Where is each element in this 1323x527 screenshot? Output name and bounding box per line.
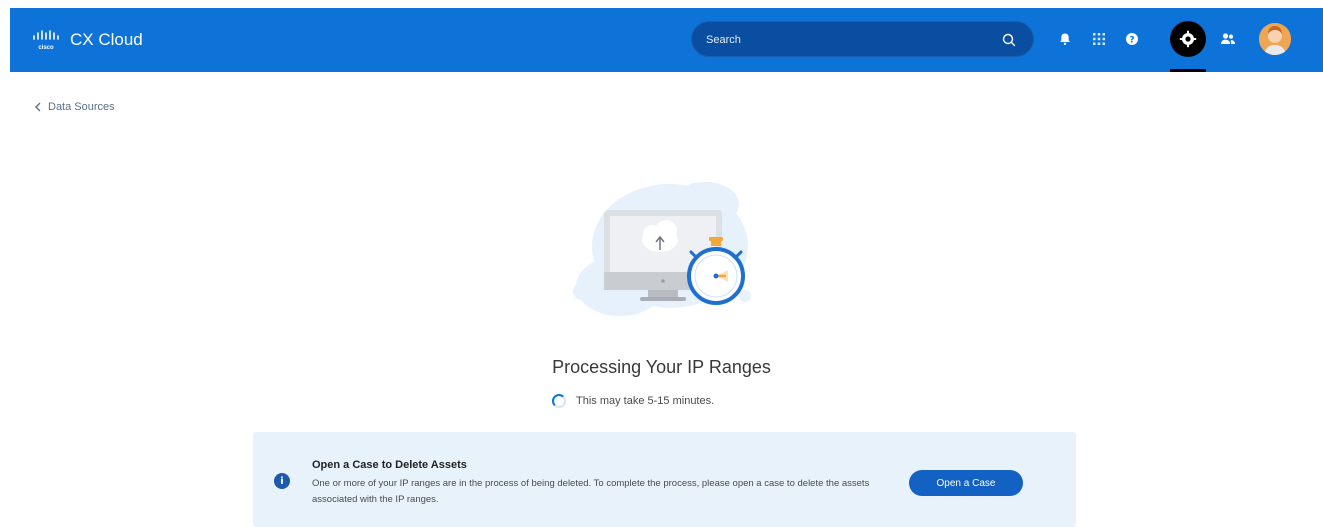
- user-avatar[interactable]: [1259, 23, 1291, 55]
- processing-status: This may take 5-15 minutes.: [552, 394, 714, 408]
- back-to-data-sources-link[interactable]: Data Sources: [34, 101, 115, 113]
- loading-spinner-icon: [552, 394, 566, 408]
- top-clipped-strip: [0, 0, 1323, 8]
- open-case-button[interactable]: Open a Case: [909, 470, 1023, 496]
- info-icon: i: [274, 473, 290, 489]
- settings-icon: [1179, 30, 1197, 48]
- help-icon: ?: [1126, 33, 1138, 45]
- alert-message: One or more of your IP ranges are in the…: [312, 478, 870, 505]
- team-button[interactable]: [1217, 28, 1239, 50]
- avatar-photo-icon: [1259, 23, 1291, 55]
- logo-wordmark: cisco: [38, 45, 54, 51]
- bell-icon: [1060, 33, 1070, 45]
- top-navbar: cisco CX Cloud ?: [10, 8, 1323, 72]
- notifications-button[interactable]: [1054, 28, 1076, 50]
- help-button[interactable]: ?: [1121, 28, 1143, 50]
- processing-illustration: [573, 182, 751, 316]
- svg-text:?: ?: [1129, 35, 1134, 45]
- back-link-label: Data Sources: [48, 101, 115, 113]
- alert-title: Open a Case to Delete Assets: [312, 459, 467, 471]
- active-tab-indicator: [1170, 69, 1206, 72]
- apps-button[interactable]: [1088, 28, 1110, 50]
- search-icon[interactable]: [1001, 32, 1017, 48]
- apps-grid-icon: [1093, 33, 1105, 45]
- team-icon: [1221, 33, 1235, 44]
- app-title: CX Cloud: [70, 30, 143, 49]
- chevron-left-icon: [35, 102, 41, 112]
- settings-button[interactable]: [1170, 21, 1206, 57]
- search-input[interactable]: [706, 31, 986, 49]
- page-title: Processing Your IP Ranges: [552, 357, 771, 377]
- search-bar[interactable]: [691, 21, 1034, 57]
- status-text: This may take 5-15 minutes.: [576, 395, 715, 407]
- cisco-logo: cisco: [33, 30, 59, 51]
- info-alert-banner: i Open a Case to Delete Assets One or mo…: [253, 432, 1076, 527]
